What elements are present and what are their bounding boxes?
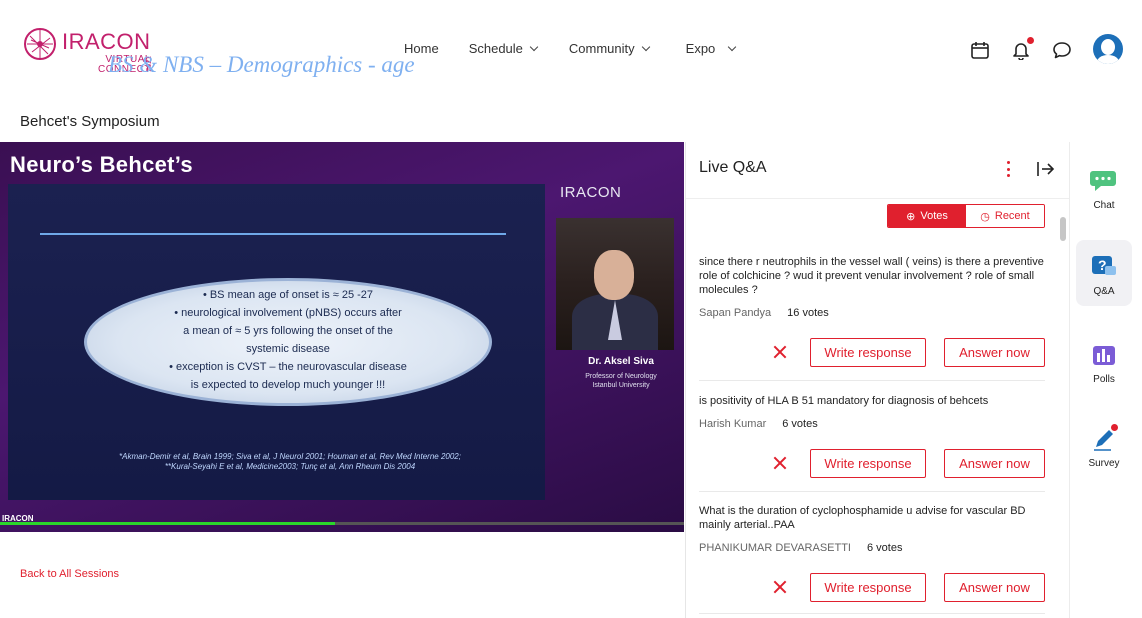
video-progress-track[interactable]: [0, 522, 684, 525]
survey-notification-dot: [1111, 424, 1118, 431]
question-meta: Sapan Pandya 16 votes: [699, 307, 1045, 319]
write-response-button[interactable]: Write response: [810, 338, 926, 367]
votes-icon: ⊕: [906, 210, 916, 223]
collapse-panel-icon[interactable]: [1036, 160, 1056, 178]
answer-now-button[interactable]: Answer now: [944, 338, 1045, 367]
slide-bullet: • BS mean age of onset is ≈ 25 -27: [202, 289, 374, 301]
answer-now-button[interactable]: Answer now: [944, 449, 1045, 478]
nav-schedule-label: Schedule: [468, 41, 523, 56]
slide-title: BS & NBS – Demographics - age: [108, 52, 415, 77]
rail-qa[interactable]: ? Q&A: [1076, 240, 1132, 306]
question-text: since there r neutrophils in the vessel …: [699, 256, 1044, 296]
slide-bullet: a mean of ≈ 5 yrs following the onset of…: [183, 325, 393, 337]
engagement-rail: Chat ? Q&A Polls Survey: [1069, 142, 1142, 618]
answer-now-button[interactable]: Answer now: [944, 573, 1045, 602]
question-votes: 16 votes: [787, 307, 829, 319]
question-meta: PHANIKUMAR DEVARASETTI 6 votes: [699, 542, 1045, 554]
question-author: Harish Kumar: [699, 418, 767, 430]
question-actions: Write response Answer now: [699, 338, 1045, 368]
speaker-head: [594, 250, 634, 300]
top-icons: [970, 34, 1123, 64]
nav-community-label: Community: [568, 41, 635, 56]
chat-bubbles-icon: [1090, 171, 1116, 191]
speaker-role: Professor of Neurology Istanbul Universi…: [558, 372, 684, 390]
chevron-down-icon: [728, 42, 737, 51]
slide-headline: Neuro’s Behcet’s: [10, 152, 193, 177]
qa-question-list[interactable]: ⊕ Votes ◷ Recent since there r neutrophi…: [686, 198, 1069, 618]
slide-reference: **Kural-Seyahi E et al, Medicine2003; Tu…: [164, 462, 416, 471]
write-response-button[interactable]: Write response: [810, 573, 926, 602]
question-votes: 6 votes: [782, 418, 818, 430]
question-author: PHANIKUMAR DEVARASETTI: [699, 542, 851, 554]
rail-chat[interactable]: Chat: [1076, 168, 1132, 218]
question-divider: [699, 380, 1045, 381]
session-title: Behcet's Symposium: [20, 113, 160, 130]
notifications-bell[interactable]: [1011, 37, 1034, 61]
logo-network-icon: [24, 28, 56, 60]
back-to-sessions-link[interactable]: Back to All Sessions: [20, 568, 119, 580]
sort-votes-label: Votes: [920, 210, 948, 222]
question-divider: [699, 613, 1045, 614]
question-icon: ?: [1092, 256, 1116, 275]
write-response-button[interactable]: Write response: [810, 449, 926, 478]
main-nav: Home Schedule Community Expo: [404, 41, 737, 56]
speaker-webcam: [556, 218, 674, 350]
slide-references: *Akman-Demir et al, Brain 1999; Siva et …: [60, 452, 520, 472]
nav-expo-label: Expo: [685, 41, 716, 56]
slide-bullet: • exception is CVST – the neurovascular …: [169, 361, 407, 373]
speaker-name: Dr. Aksel Siva: [588, 356, 654, 367]
rail-survey-label: Survey: [1088, 458, 1120, 469]
sort-by-votes-button[interactable]: ⊕ Votes: [888, 205, 966, 227]
question-votes: 6 votes: [867, 542, 903, 554]
question-text: What is the duration of cyclophosphamide…: [699, 505, 1026, 531]
question-actions: Write response Answer now: [699, 573, 1045, 603]
video-progress-fill: [0, 522, 336, 525]
chevron-down-icon: [529, 42, 539, 51]
qa-panel-title: Live Q&A: [699, 159, 767, 176]
rail-qa-label: Q&A: [1093, 286, 1115, 297]
rail-chat-label: Chat: [1093, 200, 1115, 211]
sort-recent-label: Recent: [994, 210, 1030, 222]
notification-dot: [1027, 37, 1034, 44]
question-divider: [699, 491, 1045, 492]
qa-question-item: is positivity of HLA B 51 mandatory for …: [699, 394, 1045, 430]
user-avatar[interactable]: [1093, 34, 1123, 64]
calendar-icon[interactable]: [970, 40, 990, 60]
slide-bullets: • BS mean age of onset is ≈ 25 -27 • neu…: [138, 286, 438, 394]
question-actions: Write response Answer now: [699, 449, 1045, 479]
nav-expo-dropdown[interactable]: Expo: [685, 41, 737, 56]
bar-chart-icon: [1093, 346, 1115, 365]
chat-bubble-icon[interactable]: [1052, 40, 1072, 60]
question-text: is positivity of HLA B 51 mandatory for …: [699, 395, 989, 407]
slide-divider: [40, 233, 506, 235]
survey-icon-wrap: [1089, 424, 1119, 452]
question-author: Sapan Pandya: [699, 307, 772, 319]
chevron-down-icon: [641, 42, 650, 51]
rail-polls[interactable]: Polls: [1076, 342, 1132, 392]
slide-bullet: systemic disease: [246, 343, 330, 355]
slide-reference: *Akman-Demir et al, Brain 1999; Siva et …: [119, 452, 461, 461]
live-qa-panel: Live Q&A ⊕ Votes ◷ Recent since there r …: [685, 142, 1069, 618]
qa-question-item: since there r neutrophils in the vessel …: [699, 255, 1045, 319]
sort-by-recent-button[interactable]: ◷ Recent: [966, 205, 1044, 227]
more-options-icon[interactable]: [1004, 159, 1012, 179]
dismiss-question-icon[interactable]: [770, 342, 790, 362]
nav-schedule-dropdown[interactable]: Schedule: [468, 41, 539, 56]
clock-icon: ◷: [980, 210, 990, 223]
top-navigation-bar: IRACON VIRTUAL CONNECT 2021 Home Schedul…: [0, 0, 1142, 100]
speaker-role-line: Professor of Neurology: [585, 373, 657, 380]
qa-scrollbar[interactable]: [1060, 217, 1066, 241]
speaker-affiliation: Istanbul University: [592, 382, 650, 389]
qa-question-item: What is the duration of cyclophosphamide…: [699, 504, 1045, 554]
video-overlay-logo: IRACON: [560, 184, 622, 201]
rail-polls-label: Polls: [1093, 374, 1115, 385]
slide-bullet: is expected to develop much younger !!!: [190, 379, 386, 391]
dismiss-question-icon[interactable]: [770, 453, 790, 473]
dismiss-question-icon[interactable]: [770, 577, 790, 597]
slide-bullet: • neurological involvement (pNBS) occurs…: [174, 307, 402, 319]
qa-sort-toggle: ⊕ Votes ◷ Recent: [887, 204, 1045, 228]
nav-community-dropdown[interactable]: Community: [568, 41, 650, 56]
question-meta: Harish Kumar 6 votes: [699, 418, 1045, 430]
rail-survey[interactable]: Survey: [1076, 424, 1132, 476]
